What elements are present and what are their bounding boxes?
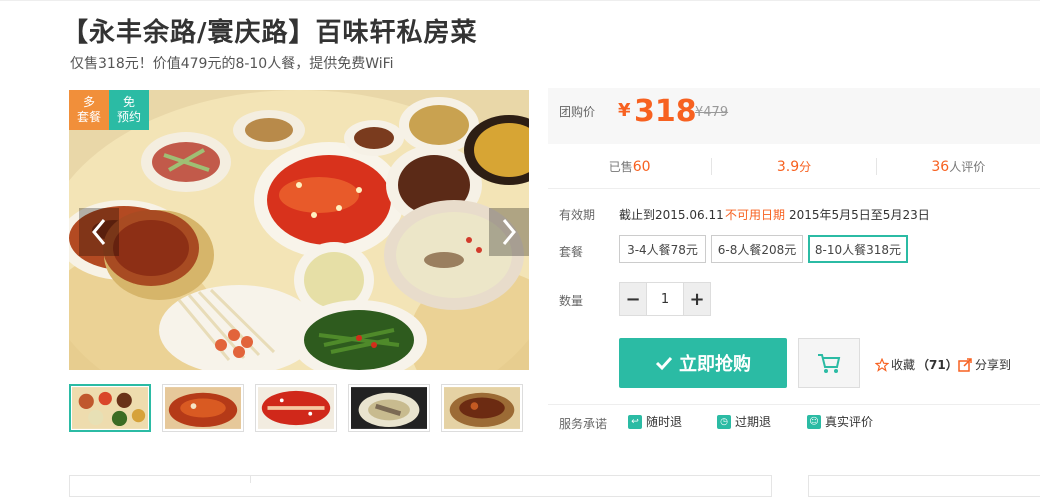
quantity-plus-button[interactable]: + bbox=[684, 283, 710, 315]
service-item-label: 过期退 bbox=[735, 415, 772, 429]
service-item-label: 真实评价 bbox=[825, 415, 874, 429]
thumbnail-image bbox=[258, 387, 334, 429]
detail-tabs-box bbox=[69, 475, 772, 497]
rating[interactable]: 3.9分 bbox=[711, 157, 875, 175]
service-expired-refund: ◷ 过期退 bbox=[717, 413, 771, 430]
thumbnail-strip bbox=[69, 384, 523, 432]
no-reservation-badge: 免 预约 bbox=[109, 90, 149, 130]
tab-separator bbox=[250, 475, 251, 483]
badge-line: 多 bbox=[82, 95, 95, 109]
top-border bbox=[0, 0, 1040, 1]
thumbnail-image bbox=[72, 387, 148, 429]
thumbnail-2[interactable] bbox=[162, 384, 244, 432]
deal-stats: 已售60 3.9分 36人评价 bbox=[548, 144, 1040, 189]
main-food-photo bbox=[69, 90, 529, 370]
divider bbox=[548, 404, 1040, 405]
rating-suffix: 分 bbox=[799, 159, 812, 174]
thumbnail-4[interactable] bbox=[348, 384, 430, 432]
price-value: 318 bbox=[634, 94, 697, 129]
validity-value: 截止到2015.06.11 bbox=[619, 208, 724, 222]
quantity-label: 数量 bbox=[559, 294, 584, 308]
favorite-button[interactable]: 收藏 （71） bbox=[875, 356, 958, 373]
sidebar-box bbox=[808, 475, 1040, 497]
thumbnail-image bbox=[444, 387, 520, 429]
share-label: 分享到 bbox=[975, 358, 1012, 372]
purchase-panel: 团购价 ¥ 318 ¥479 已售60 3.9分 36人评价 有效期 截止到20… bbox=[548, 88, 1040, 431]
review-value: 36 bbox=[931, 158, 950, 175]
share-icon bbox=[958, 357, 972, 372]
buy-now-label: 立即抢购 bbox=[679, 354, 751, 375]
chevron-right-icon bbox=[502, 219, 516, 245]
thumbnail-image bbox=[165, 387, 241, 429]
review-count[interactable]: 36人评价 bbox=[875, 157, 1040, 175]
sold-count: 已售60 bbox=[548, 158, 711, 175]
share-button[interactable]: 分享到 bbox=[958, 356, 1011, 373]
package-option-3-4[interactable]: 3-4人餐78元 bbox=[619, 235, 706, 263]
unavailable-dates-value: 2015年5月5日至5月23日 bbox=[789, 208, 930, 222]
badge-line: 套餐 bbox=[76, 110, 101, 124]
service-item-label: 随时退 bbox=[646, 415, 683, 429]
service-anytime-refund: ↩ 随时退 bbox=[628, 413, 682, 430]
favorite-count: （71） bbox=[917, 358, 958, 372]
add-to-cart-button[interactable] bbox=[798, 338, 860, 388]
thumbnail-5[interactable] bbox=[441, 384, 523, 432]
service-label: 服务承诺 bbox=[559, 417, 608, 431]
badge-line: 免 bbox=[122, 95, 135, 109]
gallery-prev-button[interactable] bbox=[79, 208, 119, 256]
check-icon bbox=[655, 356, 673, 371]
page-title: 【永丰余路/寰庆路】百味轩私房菜 bbox=[62, 18, 478, 48]
clock-refund-icon: ◷ bbox=[717, 414, 731, 429]
price-label: 团购价 bbox=[559, 105, 596, 119]
sold-value: 60 bbox=[632, 158, 651, 175]
price-currency: ¥ bbox=[618, 100, 631, 121]
service-real-reviews: ☺ 真实评价 bbox=[807, 413, 873, 430]
thumbnail-3[interactable] bbox=[255, 384, 337, 432]
package-option-6-8[interactable]: 6-8人餐208元 bbox=[711, 235, 803, 263]
thumbnail-1[interactable] bbox=[69, 384, 151, 432]
quantity-stepper: − 1 + bbox=[619, 282, 711, 316]
sold-prefix: 已售 bbox=[608, 159, 633, 174]
deal-subtitle: 仅售318元！价值479元的8-10人餐，提供免费WiFi bbox=[70, 56, 394, 72]
validity-label: 有效期 bbox=[559, 208, 596, 222]
badge-line: 预约 bbox=[116, 110, 141, 124]
price-box: 团购价 ¥ 318 ¥479 bbox=[548, 88, 1040, 144]
main-photo-gallery: 多 套餐 免 预约 bbox=[69, 90, 529, 370]
package-option-8-10[interactable]: 8-10人餐318元 bbox=[808, 235, 908, 263]
gallery-next-button[interactable] bbox=[489, 208, 529, 256]
refund-icon: ↩ bbox=[628, 414, 642, 429]
favorite-label: 收藏 bbox=[891, 358, 916, 372]
rating-value: 3.9 bbox=[776, 158, 800, 175]
review-suffix: 人评价 bbox=[949, 159, 986, 174]
buy-now-button[interactable]: 立即抢购 bbox=[619, 338, 787, 388]
review-icon: ☺ bbox=[807, 414, 821, 429]
chevron-left-icon bbox=[92, 219, 106, 245]
star-icon bbox=[875, 357, 889, 372]
original-price: ¥479 bbox=[695, 105, 729, 120]
cart-icon bbox=[818, 354, 841, 373]
deal-badges: 多 套餐 免 预约 bbox=[69, 90, 149, 130]
quantity-input[interactable]: 1 bbox=[646, 283, 684, 315]
quantity-minus-button[interactable]: − bbox=[620, 283, 646, 315]
unavailable-dates-label: 不可用日期 bbox=[725, 208, 786, 222]
multi-package-badge: 多 套餐 bbox=[69, 90, 109, 130]
package-label: 套餐 bbox=[559, 245, 584, 259]
thumbnail-image bbox=[351, 387, 427, 429]
